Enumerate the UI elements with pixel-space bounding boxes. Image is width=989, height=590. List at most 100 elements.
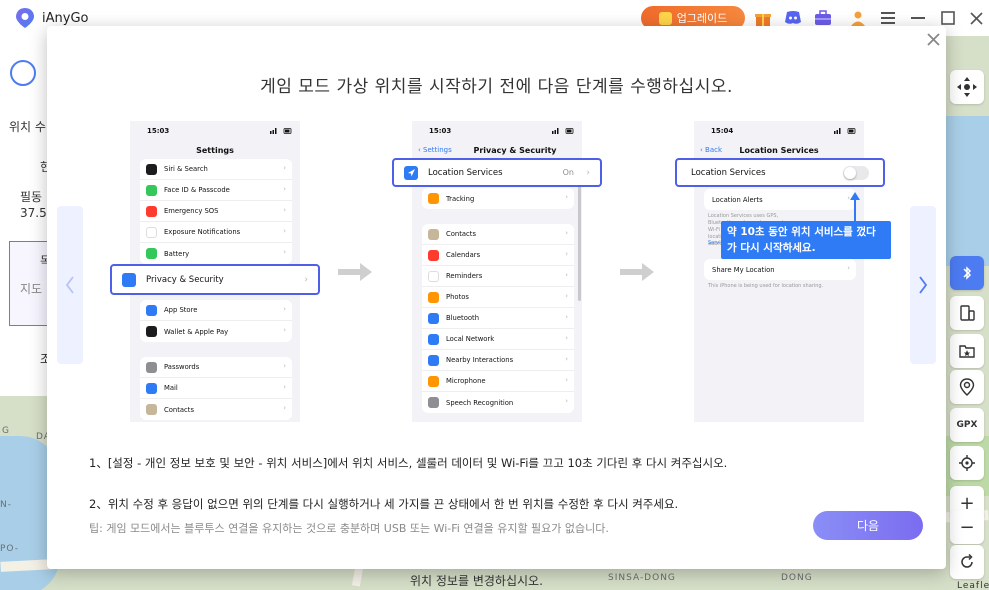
chevron-right-icon: › <box>283 326 286 334</box>
status-bar: 15:03 <box>130 121 300 141</box>
list-item: Reminders › <box>422 266 574 287</box>
list-item: Exposure Notifications › <box>140 222 292 243</box>
chevron-right-icon: › <box>283 248 286 256</box>
game-mode-dialog: 게임 모드 가상 위치를 시작하기 전에 다음 단계를 수행하십시오. 15:0… <box>47 26 946 569</box>
chevron-right-icon: › <box>565 397 568 405</box>
signal-battery-icon <box>834 128 856 134</box>
list-item-label: Photos <box>446 293 469 301</box>
app-icon <box>428 397 439 408</box>
chevron-right-icon: › <box>304 274 308 285</box>
next-slide-button[interactable] <box>910 206 936 364</box>
privacy-security-highlight: Privacy & Security › <box>110 264 320 295</box>
chevron-right-icon: › <box>283 164 286 172</box>
app-icon <box>428 333 439 345</box>
list-item: Contacts › <box>140 399 292 420</box>
location-services-highlight: Location Services On › <box>392 158 602 187</box>
chevron-right-icon: › <box>565 193 568 201</box>
settings-title: Settings <box>196 146 234 155</box>
chevron-right-icon: › <box>283 362 286 370</box>
step-arrow-icon <box>620 263 654 281</box>
list-item-label: App Store <box>164 306 198 314</box>
list-item-label: Face ID & Passcode <box>164 186 230 194</box>
chevron-left-icon <box>65 276 74 294</box>
chevron-right-icon: › <box>847 264 850 272</box>
tip-text: 팁: 게임 모드에서는 블루투스 연결을 유지하는 것으로 충분하며 USB 또… <box>89 522 609 535</box>
list-item-label: Nearby Interactions <box>446 356 514 364</box>
settings-group: Location Alerts › <box>704 189 856 210</box>
location-services-title: Location Services <box>739 146 819 155</box>
list-item-label: Mail <box>164 384 178 392</box>
app-icon <box>428 375 439 387</box>
chevron-right-icon: › <box>565 355 568 363</box>
highlight-label: Location Services <box>428 167 503 178</box>
list-item: App Store › <box>140 300 292 321</box>
list-item: Contacts › <box>422 224 574 245</box>
app-icon <box>146 184 157 196</box>
list-item-label: Wallet & Apple Pay <box>164 327 229 336</box>
list-item-label: Microphone <box>446 377 486 385</box>
chevron-right-icon: › <box>565 271 568 279</box>
list-item: Wallet & Apple Pay › <box>140 321 292 342</box>
list-item-label: Siri & Search <box>164 165 208 173</box>
list-item: Mail › <box>140 378 292 399</box>
instruction-2: 2、위치 수정 후 응답이 없으면 위의 단계를 다시 실행하거나 세 가지를 … <box>89 497 679 511</box>
list-item: Local Network › <box>422 329 574 350</box>
step-arrow-icon <box>338 263 372 281</box>
tooltip-pointer <box>854 199 856 221</box>
location-note-link: Servi <box>708 240 721 246</box>
highlight-label: Privacy & Security <box>146 274 224 285</box>
settings-group: Contacts › Calendars › Reminders › Photos › Blue… <box>422 224 574 413</box>
list-item: Emergency SOS › <box>140 201 292 222</box>
chevron-right-icon <box>919 276 928 294</box>
chevron-right-icon: › <box>565 313 568 321</box>
settings-group: Siri & Search › Face ID & Passcode › Emergen… <box>140 159 292 264</box>
status-time: 15:03 <box>147 127 170 135</box>
list-item-label: Reminders <box>446 272 483 280</box>
signal-battery-icon <box>552 128 574 134</box>
dialog-close-button[interactable] <box>924 30 942 48</box>
chevron-right-icon: › <box>565 376 568 384</box>
list-item: Speech Recognition › <box>422 392 574 413</box>
location-arrow-icon <box>404 165 418 180</box>
app-icon <box>428 249 439 261</box>
app-icon <box>146 205 157 217</box>
list-item-label: Passwords <box>164 363 200 371</box>
chevron-right-icon: › <box>565 292 568 300</box>
list-item-label: Contacts <box>164 405 194 414</box>
chevron-right-icon: › <box>565 229 568 237</box>
list-item-label: Share My Location <box>712 265 775 274</box>
app-icon <box>146 382 157 394</box>
list-item: Nearby Interactions › <box>422 350 574 371</box>
app-icon <box>428 193 439 204</box>
app-icon <box>146 226 157 238</box>
highlight-value: On <box>562 168 574 177</box>
app-icon <box>146 304 157 316</box>
chevron-right-icon: › <box>565 250 568 258</box>
list-item-label: Calendars <box>446 251 481 259</box>
status-bar: 15:03 <box>412 121 582 141</box>
status-time: 15:03 <box>429 127 452 135</box>
chevron-right-icon: › <box>283 206 286 214</box>
list-item-label: Emergency SOS <box>164 207 219 215</box>
signal-battery-icon <box>270 128 292 134</box>
app-icon <box>428 291 439 303</box>
app-icon <box>428 270 439 282</box>
chevron-right-icon: › <box>586 167 590 178</box>
list-item-label: Battery <box>164 249 190 258</box>
location-toggle-off <box>843 165 869 180</box>
toggle-tooltip: 약 10초 동안 위치 서비스를 껐다가 다시 시작하세요. <box>721 221 891 259</box>
instruction-1: 1、[설정 - 개인 정보 보호 및 보안 - 위치 서비스]에서 위치 서비스… <box>89 456 728 470</box>
list-item-label: Exposure Notifications <box>164 228 241 236</box>
next-button[interactable]: 다음 <box>813 511 923 540</box>
list-item: Location Alerts › <box>704 189 856 210</box>
list-item: Bluetooth › <box>422 308 574 329</box>
list-item-label: Bluetooth <box>446 314 479 322</box>
status-bar: 15:04 <box>694 121 864 141</box>
chevron-right-icon: › <box>283 305 286 313</box>
chevron-right-icon: › <box>565 334 568 342</box>
previous-slide-button[interactable] <box>57 206 83 364</box>
list-item-label: Local Network <box>446 335 495 343</box>
list-item-label: Speech Recognition <box>446 398 514 407</box>
chevron-right-icon: › <box>283 185 286 193</box>
settings-group: Tracking › <box>422 188 574 209</box>
